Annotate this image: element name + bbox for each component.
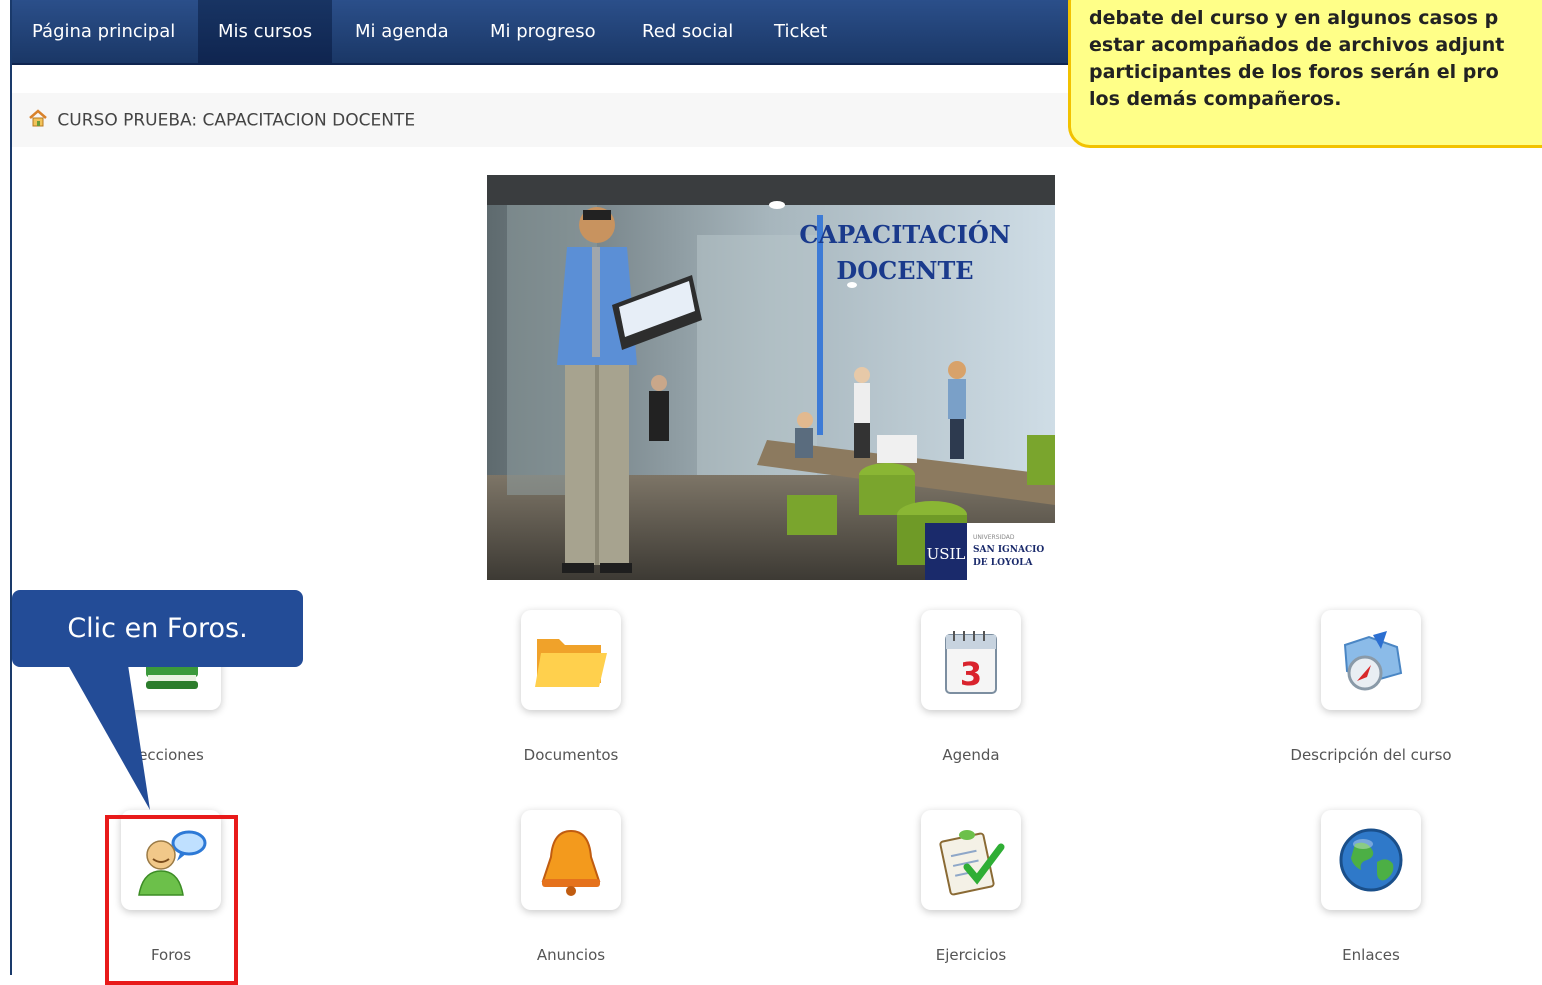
checklist-icon[interactable] xyxy=(921,810,1021,910)
tooltip-text: debate del curso y en algunos casos p es… xyxy=(1089,5,1542,113)
course-banner-image: CAPACITACIÓN DOCENTE USIL UNIVERSIDAD SA… xyxy=(487,175,1055,580)
tooltip-line: estar acompañados de archivos adjunt xyxy=(1089,34,1505,56)
info-tooltip: debate del curso y en algunos casos p es… xyxy=(1068,0,1542,148)
tool-label[interactable]: Enlaces xyxy=(1281,946,1461,964)
tooltip-line: participantes de los foros serán el pro xyxy=(1089,61,1499,83)
tool-ejercicios[interactable]: Ejercicios xyxy=(881,810,1061,964)
logo-line2: DE LOYOLA xyxy=(973,558,1034,568)
svg-text:3: 3 xyxy=(960,655,982,693)
folder-icon[interactable] xyxy=(521,610,621,710)
tooltip-line: los demás compañeros. xyxy=(1089,88,1342,110)
banner-title-line1: CAPACITACIÓN xyxy=(799,220,1010,249)
logo-line1: SAN IGNACIO xyxy=(973,545,1044,555)
callout-text: Clic en Foros. xyxy=(67,613,248,644)
nav-item-ticket[interactable]: Ticket xyxy=(754,0,847,63)
banner-title-line2: DOCENTE xyxy=(836,256,973,285)
callout-pointer xyxy=(68,665,150,810)
tool-label[interactable]: Ejercicios xyxy=(881,946,1061,964)
tool-label[interactable]: Descripción del curso xyxy=(1281,746,1461,764)
tool-label[interactable]: Agenda xyxy=(881,746,1061,764)
tool-documentos[interactable]: Documentos xyxy=(481,610,661,764)
nav-item-mi-progreso[interactable]: Mi progreso xyxy=(470,0,616,63)
tool-enlaces[interactable]: Enlaces xyxy=(1281,810,1461,964)
tool-agenda[interactable]: 3 Agenda xyxy=(881,610,1061,764)
tool-descripcion[interactable]: Descripción del curso xyxy=(1281,610,1461,764)
compass-map-icon[interactable] xyxy=(1321,610,1421,710)
logo-mark: USIL xyxy=(927,545,966,563)
calendar-icon[interactable]: 3 xyxy=(921,610,1021,710)
globe-icon[interactable] xyxy=(1321,810,1421,910)
nav-item-red-social[interactable]: Red social xyxy=(622,0,753,63)
instruction-callout: Clic en Foros. xyxy=(12,590,303,667)
nav-item-mis-cursos[interactable]: Mis cursos xyxy=(198,0,333,63)
tool-label[interactable]: Anuncios xyxy=(481,946,661,964)
logo-small-text: UNIVERSIDAD xyxy=(973,534,1015,541)
tool-label[interactable]: Documentos xyxy=(481,746,661,764)
nav-item-mi-agenda[interactable]: Mi agenda xyxy=(335,0,469,63)
bell-icon[interactable] xyxy=(521,810,621,910)
tool-anuncios[interactable]: Anuncios xyxy=(481,810,661,964)
tooltip-line: debate del curso y en algunos casos p xyxy=(1089,7,1499,29)
